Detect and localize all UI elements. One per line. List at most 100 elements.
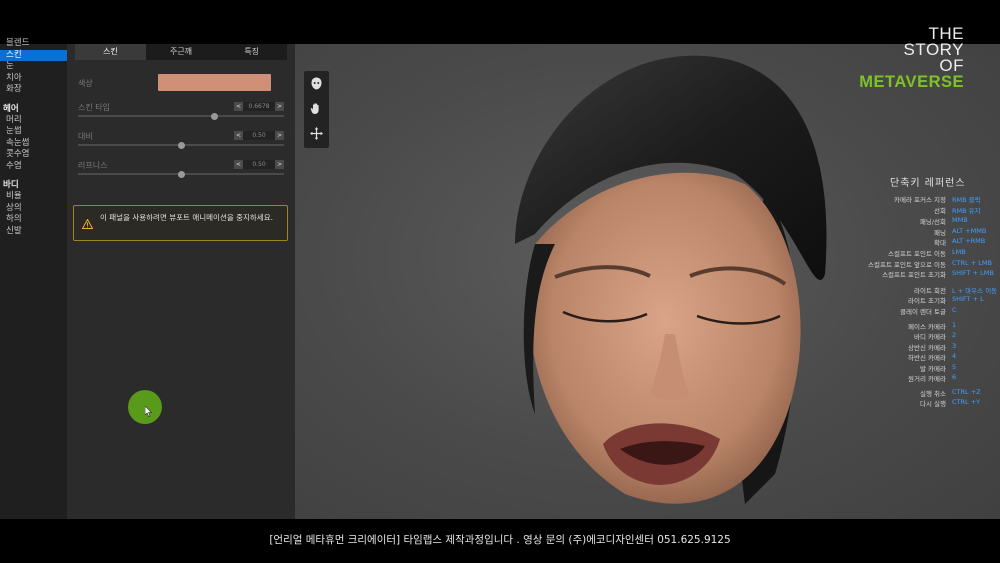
skin-properties-panel: 스킨 주근깨 특징 색상 스킨 타입 < 0.6678 > 대비 < 0.50 … (67, 44, 295, 519)
skin-color-swatch[interactable] (158, 74, 271, 91)
contrast-slider[interactable] (78, 141, 284, 149)
nav-item-beard[interactable]: 수염 (0, 161, 67, 173)
logo-line-metaverse: METAVERSE (859, 73, 964, 91)
nav-item-head-hair[interactable]: 머리 (0, 115, 67, 127)
contrast-decrement-button[interactable]: < (234, 131, 243, 140)
roughness-slider-handle[interactable] (177, 170, 185, 178)
shortcut-action: 상반신 카메라 (908, 344, 946, 352)
roughness-stepper: < 0.50 > (234, 160, 284, 169)
shortcut-row: 클레이 렌더 토글 C (835, 306, 1000, 316)
tab-features[interactable]: 특징 (216, 44, 287, 60)
shortcut-action: 카메라 포커스 지정 (894, 196, 946, 204)
shortcut-row: 스컬프트 포인트 앞으로 이동 CTRL + LMB (835, 259, 1000, 269)
viewport-toolbar (304, 71, 329, 148)
nav-item-top[interactable]: 상의 (0, 203, 67, 215)
nav-item-eyebrows[interactable]: 눈썹 (0, 126, 67, 138)
nav-item-eyelashes[interactable]: 속눈썹 (0, 138, 67, 150)
shortcut-row: 스컬프트 포인트 이동 LMB (835, 248, 1000, 258)
3d-viewport[interactable]: 단축키 레퍼런스 카메라 포커스 지정 RMB 클릭 선회 RMB 유지 패닝/선회 MM… (295, 44, 1000, 519)
story-of-metaverse-logo: THE STORY OF METAVERSE (859, 25, 964, 91)
warning-text: 이 패널을 사용하려면 뷰포트 애니메이션을 중지하세요. (99, 213, 273, 222)
shortcut-action: 스컬프트 포인트 앞으로 이동 (868, 261, 946, 269)
nav-header-body: 바디 (3, 180, 19, 190)
shortcut-key: 4 (952, 352, 957, 360)
contrast-slider-handle[interactable] (177, 141, 185, 149)
shortcut-key: SHIFT + LMB (952, 269, 994, 277)
shortcut-row: 실행 취소 CTRL +Z (835, 388, 1000, 398)
shortcut-key: ALT +MMB (952, 227, 987, 235)
nav-item-blend[interactable]: 블렌드 (0, 38, 67, 50)
roughness-label: 러프니스 (78, 161, 108, 170)
nav-item-makeup[interactable]: 화장 (0, 84, 67, 96)
shortcut-key: CTRL +Z (952, 388, 981, 396)
skin-tone-stepper: < 0.6678 > (234, 102, 284, 111)
shortcut-row: 발 카메라 5 (835, 363, 1000, 373)
animation-warning-box: 이 패널을 사용하려면 뷰포트 애니메이션을 중지하세요. (73, 205, 288, 241)
color-label: 색상 (78, 79, 93, 88)
shortcut-row: 상반신 카메라 3 (835, 342, 1000, 352)
shortcut-key: C (952, 306, 957, 314)
shortcut-action: 라이트 회전 (914, 287, 946, 295)
shortcut-row: 하반신 카메라 4 (835, 352, 1000, 362)
roughness-increment-button[interactable]: > (275, 160, 284, 169)
move-icon[interactable] (309, 126, 324, 141)
shortcut-action: 페이스 카메라 (908, 323, 946, 331)
contrast-increment-button[interactable]: > (275, 131, 284, 140)
shortcut-action: 스컬프트 포인트 이동 (888, 250, 946, 258)
shortcut-key: MMB (952, 216, 968, 224)
contrast-label: 대비 (78, 132, 93, 141)
shortcut-key: SHIFT + L (952, 295, 984, 303)
nav-item-skin[interactable]: 스킨 (0, 49, 67, 61)
shortcut-row: 라이트 초기화 SHIFT + L (835, 295, 1000, 305)
nav-item-eyes[interactable]: 눈 (0, 61, 67, 73)
shortcut-row: 패닝 ALT +MMB (835, 227, 1000, 237)
shortcut-action: 하반신 카메라 (908, 354, 946, 362)
nav-item-bottom[interactable]: 하의 (0, 214, 67, 226)
contrast-value[interactable]: 0.50 (243, 131, 275, 140)
warning-icon (82, 219, 93, 229)
shortcut-row: 바디 카메라 2 (835, 331, 1000, 341)
roughness-slider[interactable] (78, 170, 284, 178)
shortcut-action: 패닝/선회 (919, 218, 946, 226)
head-view-icon[interactable] (309, 76, 324, 91)
roughness-decrement-button[interactable]: < (234, 160, 243, 169)
shortcut-row: 확대 ALT +RMB (835, 237, 1000, 247)
shortcut-action: 선회 (934, 207, 946, 215)
shortcut-action: 발 카메라 (920, 365, 946, 373)
tab-skin[interactable]: 스킨 (75, 44, 146, 60)
hand-pan-icon[interactable] (309, 101, 324, 116)
nav-item-proportions[interactable]: 비율 (0, 191, 67, 203)
shortcut-action: 패닝 (934, 229, 946, 237)
shortcut-key: CTRL + LMB (952, 259, 992, 267)
shortcut-action: 확대 (934, 239, 946, 247)
metahuman-creator-app: 블렌드 스킨 눈 치아 화장 헤어 머리 눈썹 속눈썹 콧수염 수염 바디 비율… (0, 25, 1000, 519)
shortcut-action: 다시 실행 (920, 400, 946, 408)
skin-tone-increment-button[interactable]: > (275, 102, 284, 111)
nav-item-mustache[interactable]: 콧수염 (0, 149, 67, 161)
nav-item-teeth[interactable]: 치아 (0, 73, 67, 85)
shortcut-action: 라이트 초기화 (908, 297, 946, 305)
skin-tone-decrement-button[interactable]: < (234, 102, 243, 111)
shortcut-key: CTRL +Y (952, 398, 981, 406)
shortcut-action: 실행 취소 (920, 390, 946, 398)
top-letterbox (0, 0, 1000, 44)
skin-tone-slider-handle[interactable] (210, 112, 218, 120)
shortcut-row: 선회 RMB 유지 (835, 205, 1000, 215)
shortcut-row: 다시 실행 CTRL +Y (835, 398, 1000, 408)
contrast-stepper: < 0.50 > (234, 131, 284, 140)
skin-tone-slider[interactable] (78, 112, 284, 120)
tab-freckles[interactable]: 주근깨 (146, 44, 217, 60)
panel-tabs: 스킨 주근깨 특징 (75, 44, 287, 60)
shortcut-key: ALT +RMB (952, 237, 986, 245)
nav-item-shoes[interactable]: 신발 (0, 226, 67, 238)
skin-tone-value[interactable]: 0.6678 (243, 102, 275, 111)
shortcut-row: 원거리 카메라 6 (835, 373, 1000, 383)
shortcut-key: 2 (952, 331, 957, 339)
shortcut-action: 클레이 렌더 토글 (900, 308, 946, 316)
shortcut-key: 5 (952, 363, 957, 371)
logo-line-of: OF (939, 56, 964, 75)
shortcut-row: 라이트 회전 L + 마우스 이동 (835, 285, 1000, 295)
roughness-value[interactable]: 0.50 (243, 160, 275, 169)
shortcut-row: 스컬프트 포인트 초기화 SHIFT + LMB (835, 269, 1000, 279)
shortcut-row: 페이스 카메라 1 (835, 321, 1000, 331)
